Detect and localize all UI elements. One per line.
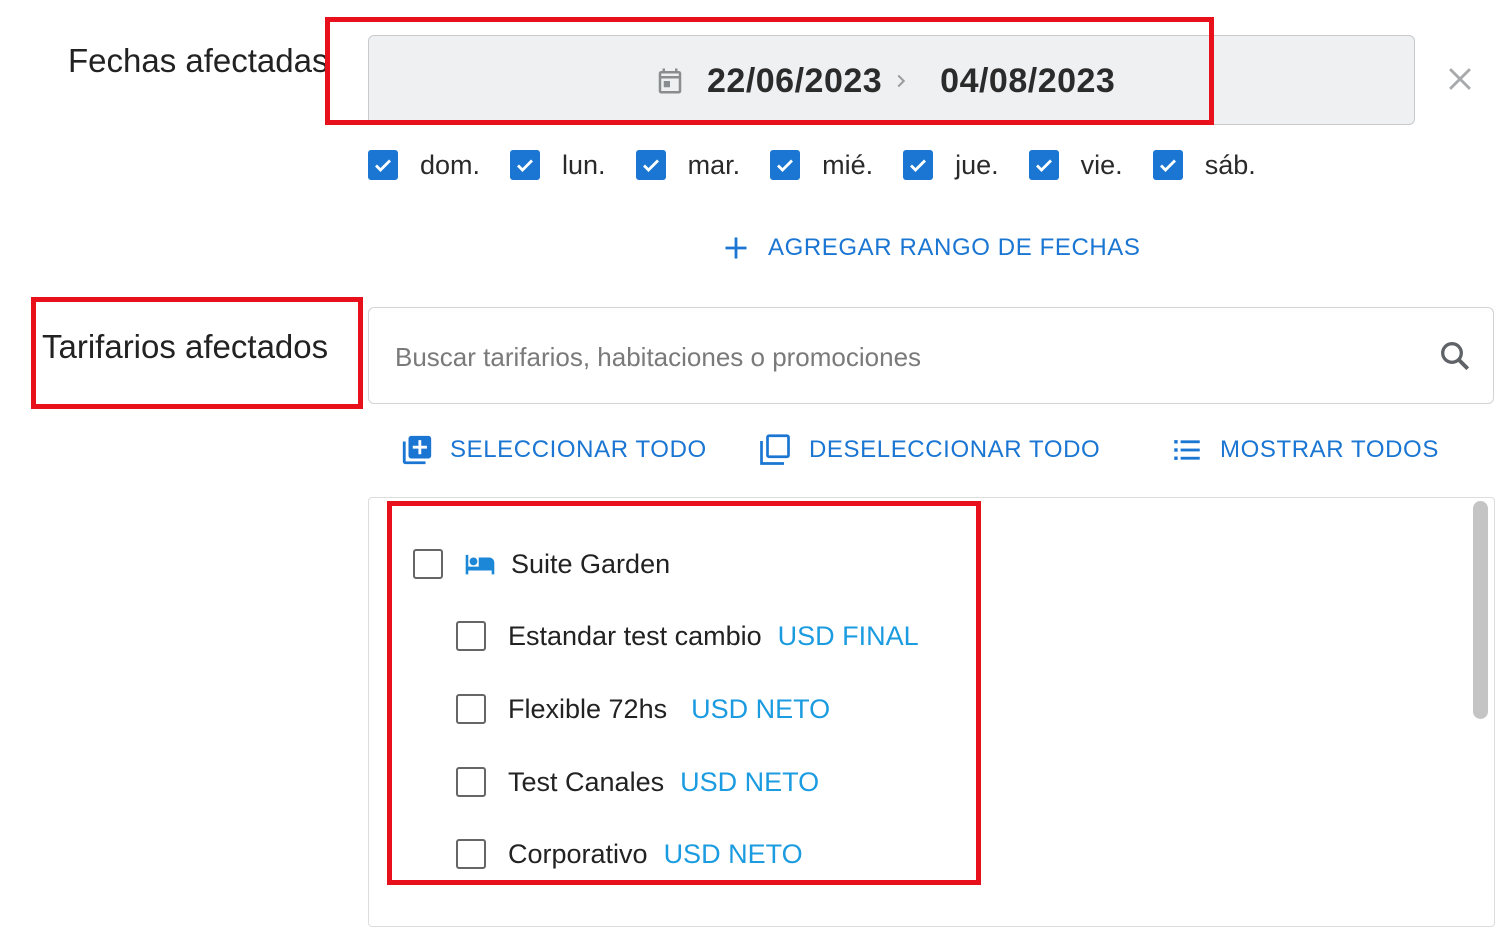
- weekday-label: dom.: [420, 149, 481, 180]
- weekday-sab[interactable]: sáb.: [1152, 149, 1256, 181]
- rate-row[interactable]: Estandar test cambio USD FINAL: [456, 616, 919, 656]
- rate-row[interactable]: Flexible 72hs USD NETO: [456, 689, 830, 729]
- check-icon: [777, 159, 794, 172]
- checkbox-checked[interactable]: [368, 150, 398, 180]
- weekday-lun[interactable]: lun.: [510, 150, 606, 181]
- rate-name: Corporativo: [508, 838, 648, 869]
- deselect-all-button[interactable]: DESELECCIONAR TODO: [757, 430, 1100, 470]
- weekday-checkboxes: dom. lun. mar. mié. jue. vie. sáb.: [368, 145, 1286, 185]
- check-icon: [910, 159, 927, 172]
- check-icon: [517, 159, 534, 172]
- rate-checkbox[interactable]: [456, 621, 486, 651]
- deselect-all-label: DESELECCIONAR TODO: [809, 436, 1101, 463]
- plus-icon: [725, 237, 747, 259]
- chevron-right-icon: [897, 74, 906, 88]
- select-all-button[interactable]: SELECCIONAR TODO: [400, 430, 707, 470]
- add-date-range-button[interactable]: AGREGAR RANGO DE FECHAS: [722, 228, 1141, 268]
- copy-outline-icon: [760, 434, 790, 465]
- rate-name: Test Canales: [508, 766, 665, 797]
- checkbox-checked[interactable]: [1028, 150, 1059, 180]
- weekday-vie[interactable]: vie.: [1028, 149, 1123, 181]
- rate-currency-tag: USD NETO: [680, 766, 820, 797]
- show-all-label: MOSTRAR TODOS: [1220, 436, 1439, 463]
- weekday-label: mié.: [822, 149, 874, 180]
- weekday-label: lun.: [562, 149, 606, 180]
- check-icon: [1035, 159, 1052, 172]
- rate-checkbox[interactable]: [456, 694, 486, 724]
- rate-currency-tag: USD NETO: [691, 693, 831, 724]
- bed-icon: [465, 554, 495, 575]
- weekday-label: sáb.: [1204, 149, 1256, 180]
- add-date-range-label: AGREGAR RANGO DE FECHAS: [768, 234, 1141, 261]
- library-add-icon: [402, 435, 432, 465]
- end-date[interactable]: 04/08/2023: [940, 62, 1115, 101]
- close-icon[interactable]: [1443, 62, 1477, 96]
- scrollbar[interactable]: [1468, 498, 1494, 926]
- rate-checkbox[interactable]: [456, 839, 486, 869]
- date-range-content: 22/06/2023 04/08/2023: [655, 36, 1115, 126]
- start-date[interactable]: 22/06/2023: [707, 62, 882, 101]
- check-icon: [642, 159, 659, 172]
- weekday-dom[interactable]: dom.: [368, 150, 480, 181]
- weekday-label: vie.: [1080, 149, 1123, 180]
- search-input[interactable]: [393, 330, 1407, 384]
- check-icon: [1159, 159, 1176, 172]
- rates-section-label: Tarifarios afectados: [42, 328, 329, 365]
- calendar-icon: [658, 68, 682, 94]
- select-all-label: SELECCIONAR TODO: [450, 436, 707, 463]
- dates-section-label: Fechas afectadas: [68, 42, 329, 79]
- search-icon[interactable]: [1437, 338, 1473, 374]
- list-icon: [1174, 440, 1200, 460]
- scrollbar-thumb[interactable]: [1473, 501, 1488, 719]
- check-icon: [375, 159, 391, 172]
- weekday-mie[interactable]: mié.: [770, 150, 873, 181]
- room-row[interactable]: Suite Garden: [413, 544, 670, 584]
- weekday-mar[interactable]: mar.: [635, 149, 741, 181]
- rate-row[interactable]: Corporativo USD NETO: [456, 834, 803, 874]
- weekday-label: mar.: [687, 149, 741, 180]
- rate-currency-tag: USD NETO: [663, 838, 803, 869]
- weekday-label: jue.: [955, 149, 999, 180]
- rate-name: Estandar test cambio: [508, 620, 762, 651]
- checkbox-checked[interactable]: [770, 150, 801, 180]
- checkbox-checked[interactable]: [903, 150, 934, 180]
- room-name: Suite Garden: [511, 548, 671, 579]
- checkbox-checked[interactable]: [1152, 150, 1183, 180]
- rate-row[interactable]: Test Canales USD NETO: [456, 762, 819, 802]
- rate-currency-tag: USD FINAL: [777, 620, 919, 651]
- search-box: [368, 307, 1494, 404]
- room-checkbox[interactable]: [413, 549, 443, 579]
- rate-name: Flexible 72hs: [508, 693, 668, 724]
- checkbox-checked[interactable]: [635, 150, 666, 180]
- weekday-jue[interactable]: jue.: [903, 150, 999, 181]
- checkbox-checked[interactable]: [510, 150, 541, 180]
- rates-list-panel: Suite Garden Estandar test cambio USD FI…: [368, 497, 1495, 927]
- rate-checkbox[interactable]: [456, 767, 486, 797]
- date-range-field[interactable]: 22/06/2023 04/08/2023: [368, 35, 1415, 125]
- show-all-button[interactable]: MOSTRAR TODOS: [1170, 430, 1439, 470]
